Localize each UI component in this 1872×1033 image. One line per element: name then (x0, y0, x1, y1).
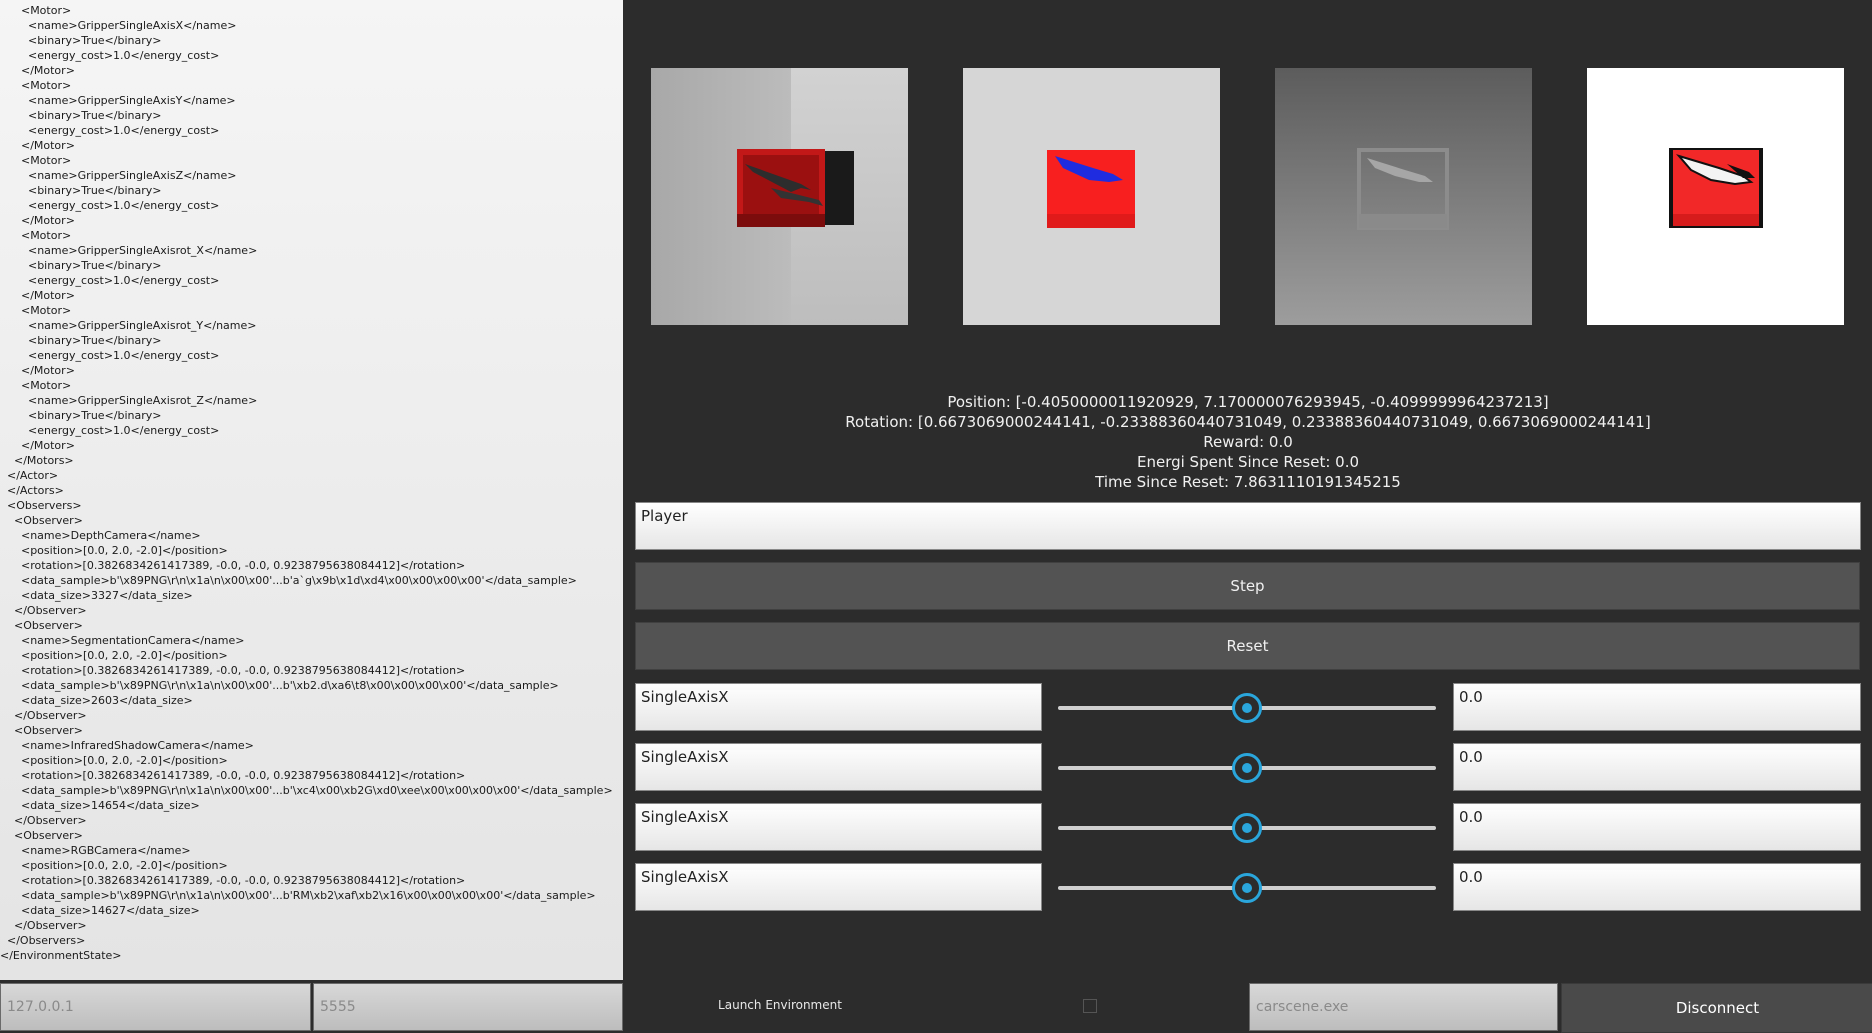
xml-line: </Actors> (0, 484, 64, 497)
xml-line: <Observer> (0, 829, 83, 842)
xml-line: <Observer> (0, 724, 83, 737)
xml-line: <Motor> (0, 4, 72, 17)
xml-line: <position>[0.0, 2.0, -2.0]</position> (0, 754, 228, 767)
segmentation-camera-render (1047, 150, 1135, 228)
xml-line: <binary>True</binary> (0, 409, 162, 422)
depth-camera-view (651, 68, 908, 325)
xml-line: <name>DepthCamera</name> (0, 529, 201, 542)
position-readout: Position: [-0.4050000011920929, 7.170000… (947, 393, 1549, 411)
xml-line: <energy_cost>1.0</energy_cost> (0, 199, 220, 212)
motor-label: SingleAxisX (635, 743, 1042, 791)
xml-line: <Observers> (0, 499, 82, 512)
motor-slider-thumb[interactable] (1232, 693, 1262, 723)
xml-line: <name>GripperSingleAxisrot_X</name> (0, 244, 258, 257)
xml-line: </Observer> (0, 919, 87, 932)
xml-line: <name>GripperSingleAxisZ</name> (0, 169, 237, 182)
xml-line: </Motor> (0, 364, 75, 377)
motor-slider-thumb[interactable] (1232, 813, 1262, 843)
xml-line: </Observers> (0, 934, 86, 947)
xml-line: <Motor> (0, 154, 72, 167)
xml-line: <data_sample>b'\x89PNG\r\n\x1a\n\x00\x00… (0, 889, 596, 902)
xml-line: <data_sample>b'\x89PNG\r\n\x1a\n\x00\x00… (0, 784, 613, 797)
environment-state-xml: <Motor> <name>GripperSingleAxisX</name> … (0, 0, 623, 980)
motor-label: SingleAxisX (635, 803, 1042, 851)
xml-line: <binary>True</binary> (0, 184, 162, 197)
infrared-shadow-camera-render (1357, 148, 1449, 230)
xml-line: <name>GripperSingleAxisY</name> (0, 94, 236, 107)
time-readout: Time Since Reset: 7.8631110191345215 (1095, 473, 1401, 491)
xml-line: <energy_cost>1.0</energy_cost> (0, 424, 220, 437)
xml-line: <data_size>14627</data_size> (0, 904, 200, 917)
xml-line: <Observer> (0, 619, 83, 632)
xml-line: <energy_cost>1.0</energy_cost> (0, 274, 220, 287)
xml-line: <rotation>[0.3826834261417389, -0.0, -0.… (0, 559, 466, 572)
xml-line: <position>[0.0, 2.0, -2.0]</position> (0, 649, 228, 662)
xml-line: </Motor> (0, 214, 75, 227)
rgb-camera-render (1669, 148, 1763, 228)
xml-line: </Actor> (0, 469, 59, 482)
reset-button[interactable]: Reset (635, 622, 1860, 670)
xml-line: <energy_cost>1.0</energy_cost> (0, 349, 220, 362)
infrared-shadow-camera-view (1275, 68, 1532, 325)
launch-environment-label: Launch Environment (718, 998, 842, 1012)
xml-line: <Motor> (0, 379, 72, 392)
xml-line: <name>InfraredShadowCamera</name> (0, 739, 254, 752)
launch-environment-checkbox[interactable] (1083, 999, 1097, 1013)
motor-value-field[interactable]: 0.0 (1453, 803, 1861, 851)
disconnect-button[interactable]: Disconnect (1561, 983, 1872, 1033)
executable-field[interactable] (1249, 983, 1558, 1031)
motor-label: SingleAxisX (635, 683, 1042, 731)
xml-line: <name>SegmentationCamera</name> (0, 634, 245, 647)
motor-value-field[interactable]: 0.0 (1453, 683, 1861, 731)
motor-slider-thumb[interactable] (1232, 753, 1262, 783)
rgb-camera-view (1587, 68, 1844, 325)
motor-value-field[interactable]: 0.0 (1453, 863, 1861, 911)
xml-line: <data_size>2603</data_size> (0, 694, 193, 707)
xml-line: <Motor> (0, 304, 72, 317)
xml-line: </EnvironmentState> (0, 949, 122, 962)
xml-line: </Motor> (0, 139, 75, 152)
xml-line: <binary>True</binary> (0, 34, 162, 47)
xml-line: <data_size>14654</data_size> (0, 799, 200, 812)
energy-readout: Energi Spent Since Reset: 0.0 (1136, 453, 1360, 471)
xml-line: <name>GripperSingleAxisX</name> (0, 19, 237, 32)
xml-line: <position>[0.0, 2.0, -2.0]</position> (0, 859, 228, 872)
step-button[interactable]: Step (635, 562, 1860, 610)
xml-line: <data_sample>b'\x89PNG\r\n\x1a\n\x00\x00… (0, 679, 559, 692)
xml-line: <rotation>[0.3826834261417389, -0.0, -0.… (0, 769, 466, 782)
xml-line: <name>GripperSingleAxisrot_Y</name> (0, 319, 257, 332)
motor-label: SingleAxisX (635, 863, 1042, 911)
player-field[interactable]: Player (635, 502, 1861, 550)
motor-value-field[interactable]: 0.0 (1453, 743, 1861, 791)
xml-line: <name>RGBCamera</name> (0, 844, 191, 857)
xml-line: <rotation>[0.3826834261417389, -0.0, -0.… (0, 664, 466, 677)
xml-line: <position>[0.0, 2.0, -2.0]</position> (0, 544, 228, 557)
xml-line: <energy_cost>1.0</energy_cost> (0, 49, 220, 62)
xml-line: <Observer> (0, 514, 83, 527)
xml-line: <Motor> (0, 229, 72, 242)
xml-line: <binary>True</binary> (0, 109, 162, 122)
reward-readout: Reward: 0.0 (1203, 433, 1293, 451)
xml-line: <data_sample>b'\x89PNG\r\n\x1a\n\x00\x00… (0, 574, 577, 587)
segmentation-camera-view (963, 68, 1220, 325)
xml-line: </Observer> (0, 814, 87, 827)
xml-line: <Motor> (0, 79, 72, 92)
rotation-readout: Rotation: [0.6673069000244141, -0.233883… (845, 413, 1651, 431)
xml-line: <binary>True</binary> (0, 334, 162, 347)
motor-slider-thumb[interactable] (1232, 873, 1262, 903)
xml-line: <binary>True</binary> (0, 259, 162, 272)
port-field[interactable] (313, 983, 623, 1031)
xml-line: </Motor> (0, 439, 75, 452)
xml-line: </Motors> (0, 454, 74, 467)
xml-line: <name>GripperSingleAxisrot_Z</name> (0, 394, 258, 407)
xml-line: </Motor> (0, 64, 75, 77)
xml-line: </Motor> (0, 289, 75, 302)
ip-address-field[interactable] (0, 983, 311, 1031)
xml-line: <data_size>3327</data_size> (0, 589, 193, 602)
depth-camera-render (737, 149, 854, 227)
xml-line: </Observer> (0, 604, 87, 617)
xml-line: <energy_cost>1.0</energy_cost> (0, 124, 220, 137)
xml-line: </Observer> (0, 709, 87, 722)
xml-line: <rotation>[0.3826834261417389, -0.0, -0.… (0, 874, 466, 887)
